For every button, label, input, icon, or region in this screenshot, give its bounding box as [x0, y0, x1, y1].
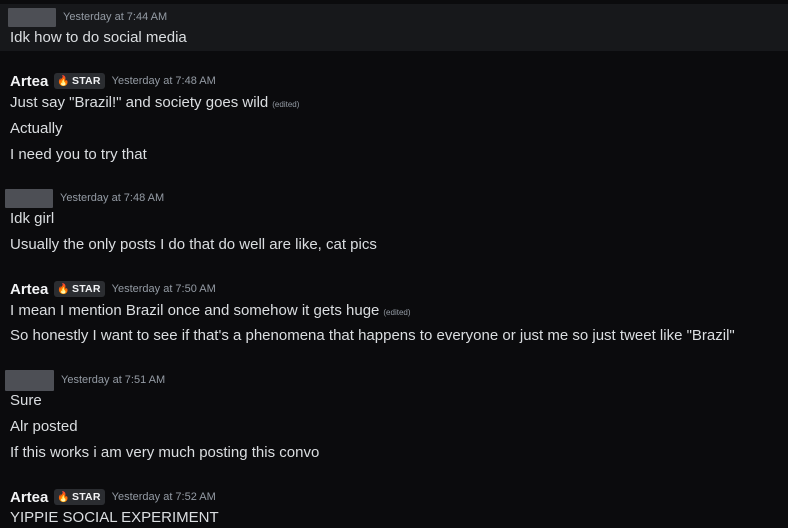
- message-timestamp[interactable]: Yesterday at 7:50 AM: [112, 283, 216, 295]
- message-header: Artea 🔥 STAR Yesterday at 7:50 AM: [10, 278, 216, 300]
- message-text: If this works i am very much posting thi…: [10, 444, 320, 461]
- message-group: Yesterday at 7:44 AM Idk how to do socia…: [0, 4, 788, 51]
- message-text: Idk girl: [10, 210, 55, 227]
- message-group: Artea 🔥 STAR Yesterday at 7:48 AM Just s…: [0, 70, 788, 170]
- message-timestamp[interactable]: Yesterday at 7:52 AM: [112, 491, 216, 503]
- message-header: Yesterday at 7:48 AM: [5, 187, 164, 209]
- message-text: YIPPIE SOCIAL EXPERIMENT: [10, 509, 219, 526]
- message-header: Yesterday at 7:51 AM: [5, 369, 165, 391]
- badge-label: STAR: [72, 75, 101, 87]
- edited-marker: (edited): [272, 100, 300, 109]
- author-name[interactable]: Artea: [10, 73, 48, 90]
- message-text: I mean I mention Brazil once and somehow…: [10, 301, 411, 323]
- message-text: Just say "Brazil!" and society goes wild…: [10, 93, 299, 115]
- author-name[interactable]: Artea: [10, 281, 48, 298]
- message-text: Alr posted: [10, 418, 78, 435]
- message-timestamp[interactable]: Yesterday at 7:48 AM: [112, 75, 216, 87]
- message-line: Just say "Brazil!" and society goes wild: [10, 94, 269, 111]
- message-text: Sure: [10, 392, 42, 409]
- star-badge[interactable]: 🔥 STAR: [54, 73, 105, 89]
- message-group: Artea 🔥 STAR Yesterday at 7:50 AM I mean…: [0, 278, 788, 350]
- chat-messages: Yesterday at 7:44 AM Idk how to do socia…: [0, 0, 788, 528]
- message-timestamp[interactable]: Yesterday at 7:44 AM: [63, 11, 167, 23]
- message-header: Artea 🔥 STAR Yesterday at 7:52 AM: [10, 486, 216, 508]
- message-group: Artea 🔥 STAR Yesterday at 7:52 AM YIPPIE…: [0, 486, 788, 528]
- badge-label: STAR: [72, 491, 101, 503]
- flame-icon: 🔥: [57, 283, 71, 295]
- message-timestamp[interactable]: Yesterday at 7:48 AM: [60, 192, 164, 204]
- message-text: Actually: [10, 120, 63, 137]
- message-header: Artea 🔥 STAR Yesterday at 7:48 AM: [10, 70, 216, 92]
- redacted-username[interactable]: [5, 188, 53, 208]
- message-header: Yesterday at 7:44 AM: [8, 6, 167, 28]
- flame-icon: 🔥: [57, 491, 71, 503]
- message-timestamp[interactable]: Yesterday at 7:51 AM: [61, 374, 165, 386]
- edited-marker: (edited): [383, 308, 411, 317]
- author-name[interactable]: Artea: [10, 489, 48, 506]
- redacted-username[interactable]: [8, 7, 56, 27]
- message-text: So honestly I want to see if that's a ph…: [10, 327, 735, 344]
- message-group: Yesterday at 7:51 AM Sure Alr posted If …: [0, 368, 788, 466]
- message-line: I mean I mention Brazil once and somehow…: [10, 302, 380, 319]
- message-text: Usually the only posts I do that do well…: [10, 236, 377, 253]
- message-text: I need you to try that: [10, 146, 147, 163]
- flame-icon: 🔥: [57, 75, 71, 87]
- message-group: Yesterday at 7:48 AM Idk girl Usually th…: [0, 186, 788, 261]
- star-badge[interactable]: 🔥 STAR: [54, 281, 105, 297]
- message-text: Idk how to do social media: [10, 29, 187, 46]
- redacted-username[interactable]: [5, 369, 54, 391]
- star-badge[interactable]: 🔥 STAR: [54, 489, 105, 505]
- badge-label: STAR: [72, 283, 101, 295]
